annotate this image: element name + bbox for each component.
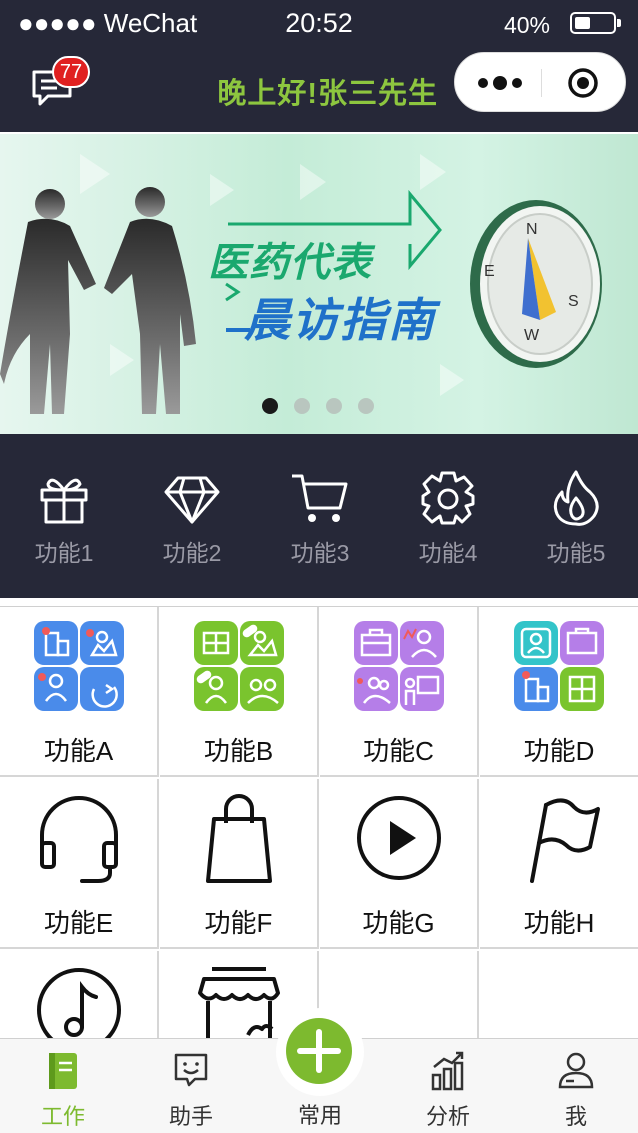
battery-icon: [570, 12, 621, 34]
bar-chart-icon: [431, 1051, 464, 1091]
grid-label-c: 功能C: [363, 736, 434, 766]
grid-item-empty-2: [480, 951, 638, 1039]
play-circle-icon: [357, 796, 441, 880]
shopping-bag-icon: [206, 794, 272, 883]
feature-label-1: 功能1: [34, 540, 94, 566]
compass-letter-n: N: [526, 221, 538, 238]
grid-item-g[interactable]: 功能G: [320, 779, 479, 949]
flame-icon: [553, 470, 599, 526]
grid-label-a: 功能A: [43, 736, 114, 766]
grid-item-e[interactable]: 功能E: [0, 779, 159, 949]
user-icon: [558, 1052, 594, 1089]
tab-work[interactable]: 工作: [18, 1051, 108, 1131]
grid-label-e: 功能E: [43, 908, 114, 938]
banner-pagination[interactable]: [262, 398, 390, 414]
feature-label-2: 功能2: [162, 540, 222, 566]
app-header: 77 晚上好!张三先生: [0, 48, 638, 132]
target-icon[interactable]: [567, 67, 599, 99]
office-tiles-green-icon: [194, 621, 284, 711]
banner-dot-4[interactable]: [358, 398, 374, 414]
tab-analysis[interactable]: 分析: [403, 1051, 493, 1131]
banner-title-line2: 晨访指南: [244, 294, 436, 346]
book-icon: [49, 1053, 77, 1089]
grid-label-f: 功能F: [204, 908, 273, 938]
more-dots-icon[interactable]: [475, 71, 525, 95]
grid-label-d: 功能D: [523, 736, 595, 766]
grid-item-c[interactable]: 功能C: [320, 607, 479, 777]
grid-label-g: 功能G: [362, 908, 435, 938]
office-tiles-mixed-icon: [514, 621, 604, 711]
headset-icon: [40, 796, 118, 883]
banner-dot-1[interactable]: [262, 398, 278, 414]
function-grid: 功能A 功能B 功能C 功能D 功能E 功能F 功能G 功能H: [0, 606, 638, 1039]
greeting-text: 晚上好!张三先生: [217, 78, 438, 110]
cart-icon: [292, 474, 348, 522]
promo-banner[interactable]: N E S W 医药代表 晨访指南: [0, 134, 638, 434]
office-tiles-purple-icon: [354, 621, 444, 711]
banner-title-line1: 医药代表: [208, 241, 372, 285]
tab-label-work: 工作: [40, 1104, 85, 1129]
banner-dot-3[interactable]: [326, 398, 342, 414]
feature-label-4: 功能4: [418, 540, 478, 566]
feature-item-4[interactable]: 功能4: [384, 470, 512, 580]
feature-label-3: 功能3: [290, 540, 350, 566]
compass-letter-w: W: [524, 327, 540, 344]
office-tiles-blue-icon: [34, 621, 124, 711]
grid-item-a[interactable]: 功能A: [0, 607, 159, 777]
tab-label-assistant: 助手: [168, 1104, 213, 1129]
feature-item-5[interactable]: 功能5: [512, 470, 638, 580]
grid-item-music[interactable]: [0, 951, 159, 1039]
grid-item-b[interactable]: 功能B: [160, 607, 319, 777]
feature-item-1[interactable]: 功能1: [0, 470, 128, 580]
miniprogram-capsule: [454, 52, 626, 112]
grid-label-b: 功能B: [203, 736, 274, 766]
chat-smile-icon: [174, 1053, 208, 1087]
message-count-badge: 77: [52, 56, 90, 88]
flag-icon: [530, 798, 600, 883]
feature-item-3[interactable]: 功能3: [256, 470, 384, 580]
gift-icon: [40, 478, 88, 524]
tab-label-me: 我: [564, 1104, 587, 1129]
grid-item-f[interactable]: 功能F: [160, 779, 319, 949]
store-icon: [198, 967, 280, 1039]
plus-icon: [297, 1029, 341, 1073]
capsule-divider: [541, 69, 542, 97]
banner-dot-2[interactable]: [294, 398, 310, 414]
compass-letter-s: S: [568, 293, 579, 310]
compass-letter-e: E: [484, 263, 495, 280]
music-note-icon: [37, 968, 121, 1039]
tab-me[interactable]: 我: [531, 1051, 621, 1131]
grid-item-h[interactable]: 功能H: [480, 779, 638, 949]
status-bar: ●●●●● WeChat 20:52 40%: [0, 0, 638, 48]
grid-item-d[interactable]: 功能D: [480, 607, 638, 777]
tab-label-common: 常用: [297, 1103, 342, 1128]
grid-label-h: 功能H: [523, 908, 595, 938]
feature-shortcuts: 功能1 功能2 功能3 功能4 功能5: [0, 434, 638, 598]
feature-label-5: 功能5: [546, 540, 606, 566]
settings-gear-icon: [421, 471, 475, 525]
tab-label-analysis: 分析: [425, 1104, 470, 1129]
battery-percent: 40%: [503, 12, 550, 38]
diamond-icon: [164, 476, 220, 524]
feature-item-2[interactable]: 功能2: [128, 470, 256, 580]
tab-assistant[interactable]: 助手: [146, 1051, 236, 1131]
add-favorite-button[interactable]: [276, 1008, 364, 1096]
